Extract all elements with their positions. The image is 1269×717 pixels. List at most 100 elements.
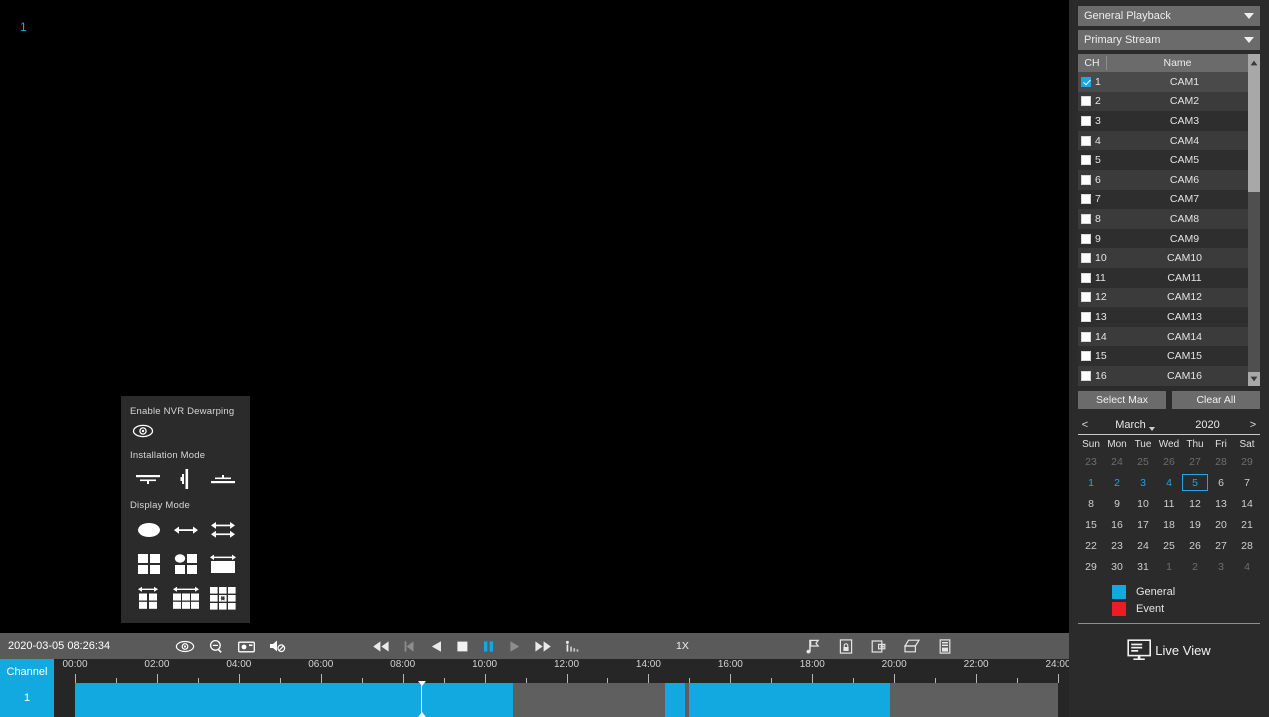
channel-checkbox-10[interactable] — [1081, 253, 1091, 264]
calendar-day[interactable]: 24 — [1104, 453, 1130, 470]
channel-row-6[interactable]: 6 CAM6 — [1078, 169, 1248, 190]
playback-mode-select[interactable]: General Playback — [1078, 6, 1260, 26]
timeline-track[interactable] — [54, 683, 1069, 717]
clip-button[interactable] — [871, 639, 886, 654]
mute-button[interactable] — [269, 639, 286, 653]
channel-row-5[interactable]: 5 CAM5 — [1078, 150, 1248, 170]
channel-checkbox-6[interactable] — [1081, 174, 1091, 185]
channel-row-13[interactable]: 13 CAM13 — [1078, 307, 1248, 327]
panorama-360-dual-button[interactable] — [206, 518, 240, 542]
channel-row-14[interactable]: 14 CAM14 — [1078, 326, 1248, 347]
channel-checkbox-16[interactable] — [1081, 370, 1091, 381]
calendar-day[interactable]: 26 — [1182, 537, 1208, 554]
calendar-day[interactable]: 9 — [1104, 495, 1130, 512]
play-button[interactable] — [508, 640, 521, 653]
pause-button[interactable] — [482, 640, 495, 653]
channel-row-3[interactable]: 3 CAM3 — [1078, 111, 1248, 131]
channel-row-15[interactable]: 15 CAM15 — [1078, 346, 1248, 366]
fisheye-original-button[interactable] — [132, 518, 166, 542]
calendar-day[interactable]: 30 — [1104, 558, 1130, 575]
calendar-day[interactable]: 5 — [1182, 474, 1208, 491]
calendar-day[interactable]: 19 — [1182, 516, 1208, 533]
channel-checkbox-2[interactable] — [1081, 96, 1091, 107]
video-preview-area[interactable]: 1 Enable NVR Dewarping Installation Mode — [0, 0, 1069, 633]
channel-row-9[interactable]: 9 CAM9 — [1078, 228, 1248, 249]
channel-checkbox-15[interactable] — [1081, 351, 1091, 362]
calendar-day[interactable]: 31 — [1130, 558, 1156, 575]
calendar-day[interactable]: 3 — [1208, 558, 1234, 575]
calendar-day[interactable]: 7 — [1234, 474, 1260, 491]
timeline-segment-general[interactable] — [75, 683, 514, 717]
lock-file-button[interactable] — [839, 638, 853, 654]
wall-mount-button[interactable] — [172, 468, 200, 490]
calendar-day[interactable]: 27 — [1182, 453, 1208, 470]
calendar-day[interactable]: 28 — [1234, 537, 1260, 554]
timeline-playhead[interactable] — [417, 681, 426, 717]
timeline-segment-none[interactable] — [513, 683, 665, 717]
calendar-month-select[interactable]: March — [1092, 419, 1169, 431]
calendar-prev-button[interactable]: < — [1078, 419, 1092, 431]
channel-checkbox-8[interactable] — [1081, 213, 1091, 224]
channel-row-1[interactable]: 1 CAM1 — [1078, 72, 1248, 92]
channel-row-11[interactable]: 11 CAM11 — [1078, 267, 1248, 288]
calendar-day[interactable]: 17 — [1130, 516, 1156, 533]
calendar-day[interactable]: 20 — [1208, 516, 1234, 533]
timeline-segment-general[interactable] — [664, 683, 686, 717]
calendar-day[interactable]: 25 — [1156, 537, 1182, 554]
channel-checkbox-11[interactable] — [1081, 272, 1091, 283]
calendar-day[interactable]: 23 — [1078, 453, 1104, 470]
play-reverse-button[interactable] — [430, 640, 443, 653]
digital-zoom-button[interactable] — [209, 639, 224, 654]
stream-type-select[interactable]: Primary Stream — [1078, 30, 1260, 50]
calendar-day[interactable]: 13 — [1208, 495, 1234, 512]
channel-checkbox-9[interactable] — [1081, 233, 1091, 244]
calendar-day[interactable]: 27 — [1208, 537, 1234, 554]
channel-checkbox-3[interactable] — [1081, 115, 1091, 126]
add-tag-button[interactable] — [806, 639, 821, 654]
quad-split-button[interactable] — [132, 552, 166, 576]
archive-button[interactable] — [938, 638, 952, 654]
calendar-day[interactable]: 28 — [1208, 453, 1234, 470]
channel-checkbox-7[interactable] — [1081, 194, 1091, 205]
calendar-day[interactable]: 29 — [1078, 558, 1104, 575]
backup-button[interactable] — [904, 639, 920, 653]
calendar-day[interactable]: 6 — [1208, 474, 1234, 491]
channel-row-2[interactable]: 2 CAM2 — [1078, 91, 1248, 112]
channel-row-12[interactable]: 12 CAM12 — [1078, 287, 1248, 308]
fisheye-plus-three-button[interactable] — [169, 552, 203, 576]
wide-panorama-button[interactable] — [206, 552, 240, 576]
calendar-day[interactable]: 21 — [1234, 516, 1260, 533]
stop-button[interactable] — [456, 640, 469, 653]
calendar-day[interactable]: 25 — [1130, 453, 1156, 470]
eye-button[interactable] — [175, 640, 195, 653]
calendar-day[interactable]: 23 — [1104, 537, 1130, 554]
enable-dewarping-toggle[interactable] — [132, 424, 241, 441]
calendar-day[interactable]: 10 — [1130, 495, 1156, 512]
calendar-day[interactable]: 4 — [1234, 558, 1260, 575]
calendar-day[interactable]: 3 — [1130, 474, 1156, 491]
fast-forward-button[interactable] — [534, 640, 552, 653]
calendar-day[interactable]: 2 — [1182, 558, 1208, 575]
ceiling-mount-button[interactable] — [134, 468, 162, 490]
channel-row-16[interactable]: 16 CAM16 — [1078, 365, 1248, 386]
channel-list-scrollbar[interactable] — [1248, 72, 1260, 386]
channel-checkbox-14[interactable] — [1081, 331, 1091, 342]
channel-checkbox-13[interactable] — [1081, 311, 1091, 322]
snapshot-button[interactable] — [238, 640, 255, 653]
channel-checkbox-5[interactable] — [1081, 155, 1091, 166]
calendar-day[interactable]: 16 — [1104, 516, 1130, 533]
calendar-day[interactable]: 2 — [1104, 474, 1130, 491]
calendar-day[interactable]: 12 — [1182, 495, 1208, 512]
calendar-day[interactable]: 26 — [1156, 453, 1182, 470]
panorama-six-button[interactable] — [169, 586, 203, 610]
scroll-up-button[interactable] — [1248, 54, 1260, 72]
step-back-button[interactable] — [403, 640, 417, 653]
channel-checkbox-4[interactable] — [1081, 135, 1091, 146]
channel-checkbox-12[interactable] — [1081, 292, 1091, 303]
calendar-day[interactable]: 14 — [1234, 495, 1260, 512]
calendar-day[interactable]: 29 — [1234, 453, 1260, 470]
calendar-day[interactable]: 8 — [1078, 495, 1104, 512]
select-max-button[interactable]: Select Max — [1078, 391, 1166, 409]
calendar-day[interactable]: 1 — [1078, 474, 1104, 491]
panorama-180-button[interactable] — [169, 518, 203, 542]
